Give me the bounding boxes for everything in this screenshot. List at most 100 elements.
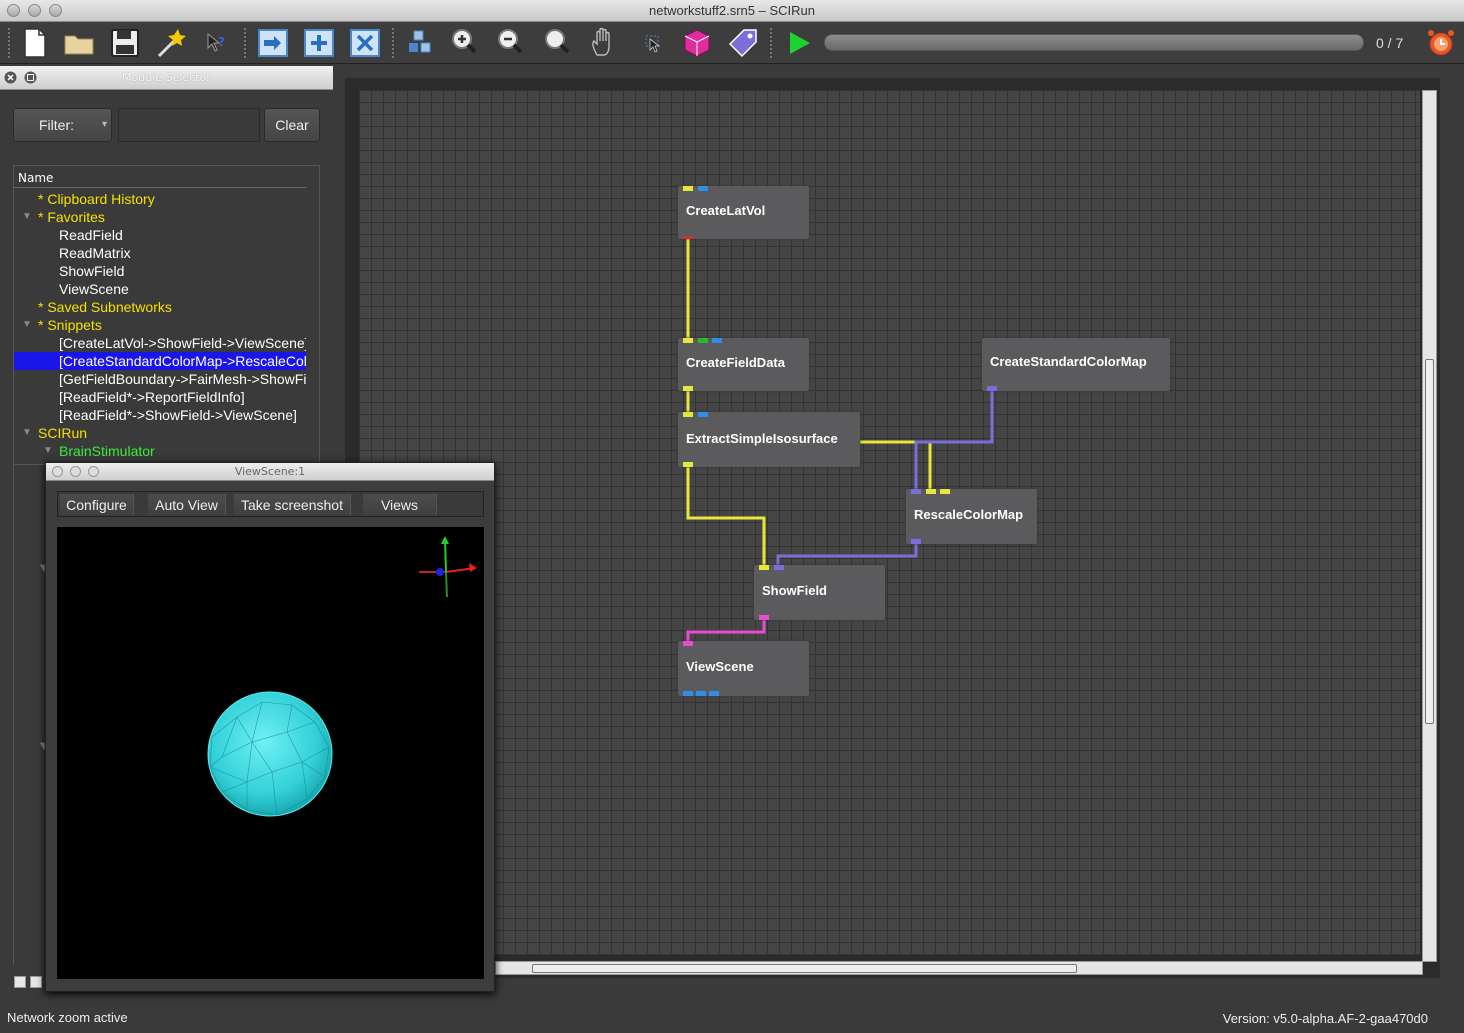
viewscene-titlebar[interactable]: ViewScene:1 xyxy=(46,463,494,481)
output-port[interactable] xyxy=(709,691,719,696)
import-icon[interactable] xyxy=(256,26,290,60)
toolbar-grip[interactable] xyxy=(244,28,248,58)
isosurface-sphere xyxy=(207,691,333,817)
module-showfield[interactable]: ShowField xyxy=(754,565,885,620)
toolbar-grip[interactable] xyxy=(392,28,396,58)
clear-button[interactable]: Clear xyxy=(264,108,320,142)
status-message: Network zoom active xyxy=(7,1010,128,1025)
tree-scrollbar[interactable] xyxy=(319,166,320,465)
tree-item[interactable]: ReadMatrix xyxy=(14,244,306,262)
cube-icon[interactable] xyxy=(680,26,714,60)
tree-item[interactable]: [CreateStandardColorMap->RescaleColorMap… xyxy=(14,352,306,370)
module-rescalecolormap[interactable]: RescaleColorMap xyxy=(906,489,1037,544)
tree-item[interactable]: [CreateLatVol->ShowField->ViewScene] xyxy=(14,334,306,352)
zoom-out-icon[interactable] xyxy=(493,26,527,60)
network-horizontal-scrollbar[interactable] xyxy=(495,961,1423,975)
tree-item-label: BrainStimulator xyxy=(59,443,155,459)
input-port[interactable] xyxy=(926,489,936,494)
orientation-axes-icon xyxy=(419,536,477,598)
filter-input[interactable] xyxy=(118,108,260,142)
viewscene-render-area[interactable] xyxy=(57,527,484,979)
take-screenshot-button[interactable]: Take screenshot xyxy=(234,494,351,515)
toolbar-grip[interactable] xyxy=(770,28,774,58)
pan-hand-icon[interactable] xyxy=(588,26,622,60)
output-port[interactable] xyxy=(683,386,693,391)
module-viewscene[interactable]: ViewScene xyxy=(678,641,809,696)
module-createlatvol[interactable]: CreateLatVol xyxy=(678,186,809,239)
output-port[interactable] xyxy=(683,691,693,696)
network-vertical-scrollbar[interactable] xyxy=(1422,90,1437,962)
input-port[interactable] xyxy=(940,489,950,494)
add-module-icon[interactable] xyxy=(302,26,336,60)
input-port[interactable] xyxy=(698,412,708,417)
whats-this-icon[interactable]: ? xyxy=(200,26,234,60)
tree-item[interactable]: [ReadField*->ReportFieldInfo] xyxy=(14,388,306,406)
output-port[interactable] xyxy=(987,386,997,391)
input-port[interactable] xyxy=(712,338,722,343)
module-createstandardcolormap[interactable]: CreateStandardColorMap xyxy=(982,338,1170,391)
tree-expand-arrow-icon[interactable]: ▼ xyxy=(43,442,53,460)
configure-button[interactable]: Configure xyxy=(60,494,134,515)
tree-item-label: ShowField xyxy=(59,263,125,279)
tree-item-label: [ReadField*->ShowField->ViewScene] xyxy=(59,407,297,423)
module-title: CreateStandardColorMap xyxy=(990,354,1147,369)
open-folder-icon[interactable] xyxy=(62,26,96,60)
tree-item-label: [GetFieldBoundary->FairMesh->ShowField] xyxy=(59,371,306,387)
tree-item[interactable]: ReadField xyxy=(14,226,306,244)
select-arrow-icon[interactable] xyxy=(636,26,670,60)
tree-expand-arrow-icon[interactable]: ▼ xyxy=(22,316,32,334)
views-button[interactable]: Views xyxy=(363,494,437,515)
progress-count: 0 / 7 xyxy=(1376,35,1404,51)
input-port[interactable] xyxy=(774,565,784,570)
input-port[interactable] xyxy=(683,186,693,191)
tree-item[interactable]: ViewScene xyxy=(14,280,306,298)
scrollbar-thumb[interactable] xyxy=(1425,359,1434,724)
filter-dropdown[interactable]: Filter: ▾ xyxy=(13,108,112,142)
tree-item[interactable]: ▼ * Favorites xyxy=(14,208,306,226)
new-file-icon[interactable] xyxy=(18,26,52,60)
module-createfielddata[interactable]: CreateFieldData xyxy=(678,338,809,391)
module-extractsimpleisosurface[interactable]: ExtractSimpleIsosurface xyxy=(678,412,860,467)
scrollbar-thumb[interactable] xyxy=(532,964,1077,973)
output-port[interactable] xyxy=(683,236,693,239)
zoom-in-icon[interactable] xyxy=(447,26,481,60)
tree-item[interactable]: * Saved Subnetworks xyxy=(14,298,306,316)
input-port[interactable] xyxy=(683,641,693,646)
delete-module-icon[interactable] xyxy=(348,26,382,60)
input-port[interactable] xyxy=(683,412,693,417)
run-icon[interactable] xyxy=(782,26,816,60)
input-port[interactable] xyxy=(759,565,769,570)
tree-expand-arrow-icon[interactable]: ▼ xyxy=(22,424,32,442)
tree-item[interactable]: ▼ BrainStimulator xyxy=(14,442,306,460)
network-grid[interactable] xyxy=(359,90,1420,955)
network-editor[interactable] xyxy=(345,78,1440,978)
tree-item[interactable]: [ReadField*->ShowField->ViewScene] xyxy=(14,406,306,424)
timer-icon[interactable] xyxy=(1424,26,1458,60)
toolbar-grip[interactable] xyxy=(8,28,12,58)
tree-item[interactable]: ShowField xyxy=(14,262,306,280)
save-icon[interactable] xyxy=(108,26,142,60)
auto-view-button[interactable]: Auto View xyxy=(148,494,226,515)
magic-wand-icon[interactable] xyxy=(154,26,188,60)
zoom-best-fit-icon[interactable] xyxy=(540,26,574,60)
input-port[interactable] xyxy=(683,338,693,343)
tree-item[interactable]: ▼ * Snippets xyxy=(14,316,306,334)
input-port[interactable] xyxy=(911,489,921,494)
tree-item[interactable]: * Clipboard History xyxy=(14,190,306,208)
tree-item[interactable]: [GetFieldBoundary->FairMesh->ShowField] xyxy=(14,370,306,388)
output-port[interactable] xyxy=(696,691,706,696)
filter-label: Filter: xyxy=(39,117,74,133)
tree-item-label: SCIRun xyxy=(38,425,88,441)
tree-column-header[interactable]: Name xyxy=(14,166,306,188)
output-port[interactable] xyxy=(911,539,921,544)
execution-progress-bar xyxy=(824,34,1364,51)
tree-expand-arrow-icon[interactable]: ▼ xyxy=(22,208,32,226)
layout-icon[interactable] xyxy=(404,26,438,60)
tree-item[interactable]: ▼ SCIRun xyxy=(14,424,306,442)
tree-item-label: ViewScene xyxy=(59,281,129,297)
tag-icon[interactable] xyxy=(726,26,760,60)
input-port[interactable] xyxy=(698,338,708,343)
output-port[interactable] xyxy=(683,462,693,467)
input-port[interactable] xyxy=(698,186,708,191)
output-port[interactable] xyxy=(759,615,769,620)
